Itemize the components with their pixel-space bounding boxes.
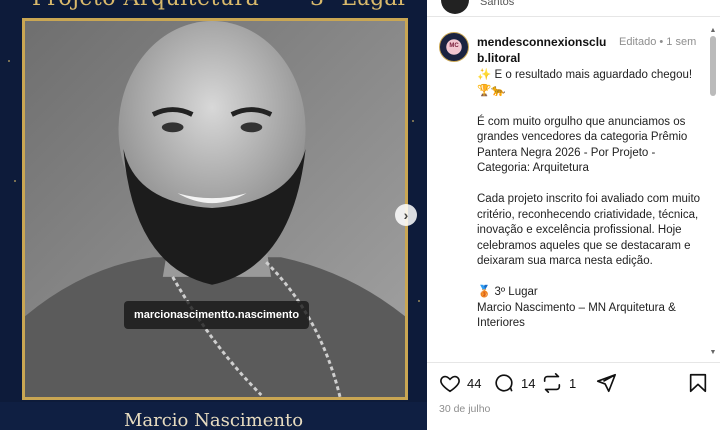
comment-icon (495, 374, 513, 392)
repost-count[interactable]: 1 (569, 376, 576, 391)
send-icon (596, 373, 616, 393)
sparkle-decoration (8, 60, 10, 62)
post-sidebar: Santos MC mendesconnexionsclub.litoral E… (427, 0, 720, 430)
post-media[interactable]: Projeto Arquitetura 3º Lugar (0, 0, 427, 430)
share-button[interactable] (595, 372, 617, 394)
save-button[interactable] (687, 372, 709, 394)
avatar[interactable]: MC (439, 32, 469, 62)
sparkle-decoration (412, 120, 414, 122)
winner-place: 🥉 3º Lugar (477, 286, 538, 298)
like-count[interactable]: 44 (467, 376, 481, 391)
winner-name: Marcio Nascimento – MN Arquitetura & Int… (477, 301, 676, 330)
username-link[interactable]: mendesconnexionsclub.litoral (477, 34, 617, 66)
repost-button[interactable]: 1 (541, 372, 576, 394)
portrait-frame (22, 18, 408, 400)
post-date[interactable]: 30 de julho (439, 403, 490, 415)
comment-button[interactable]: 14 (493, 372, 535, 394)
like-button[interactable]: 44 (439, 372, 481, 394)
caption-paragraph: É com muito orgulho que anunciamos os gr… (477, 115, 688, 175)
award-category-title: Projeto Arquitetura (32, 0, 259, 11)
post-time[interactable]: 1 sem (666, 36, 696, 48)
heart-icon (440, 375, 460, 393)
post-caption-area: MC mendesconnexionsclub.litoral Editado … (439, 30, 707, 358)
post-location[interactable]: Santos (480, 0, 514, 8)
scroll-down-icon[interactable]: ▼ (709, 349, 717, 356)
caption-scrollbar[interactable]: ▲ ▼ (709, 27, 717, 356)
comment-count[interactable]: 14 (521, 376, 535, 391)
award-place-title: 3º Lugar (310, 0, 408, 11)
scroll-up-icon[interactable]: ▲ (709, 27, 717, 34)
bookmark-icon (689, 373, 707, 393)
next-media-button[interactable]: › (395, 204, 417, 226)
chevron-right-icon: › (403, 207, 409, 223)
sparkle-decoration (14, 180, 16, 182)
caption-text: ✨ E o resultado mais aguardado chegou!🏆🐆… (477, 68, 705, 332)
edited-label: Editado (619, 36, 657, 48)
winner-name-banner: Marcio Nascimento (123, 410, 304, 430)
caption-paragraph: ✨ E o resultado mais aguardado chegou!🏆🐆 (477, 69, 693, 97)
divider (427, 16, 720, 17)
portrait-photo (25, 21, 405, 397)
divider (427, 362, 720, 363)
sparkle-decoration (418, 300, 420, 302)
scroll-thumb[interactable] (710, 36, 716, 96)
post-actions: 44 14 1 (439, 372, 709, 396)
repost-icon (543, 373, 561, 393)
post-meta: Editado • 1 sem (619, 36, 697, 48)
caption-paragraph: Cada projeto inscrito foi avaliado com m… (477, 193, 701, 267)
user-tag[interactable]: marcionascimentto.nascimento (124, 301, 310, 329)
avatar[interactable] (441, 0, 469, 14)
